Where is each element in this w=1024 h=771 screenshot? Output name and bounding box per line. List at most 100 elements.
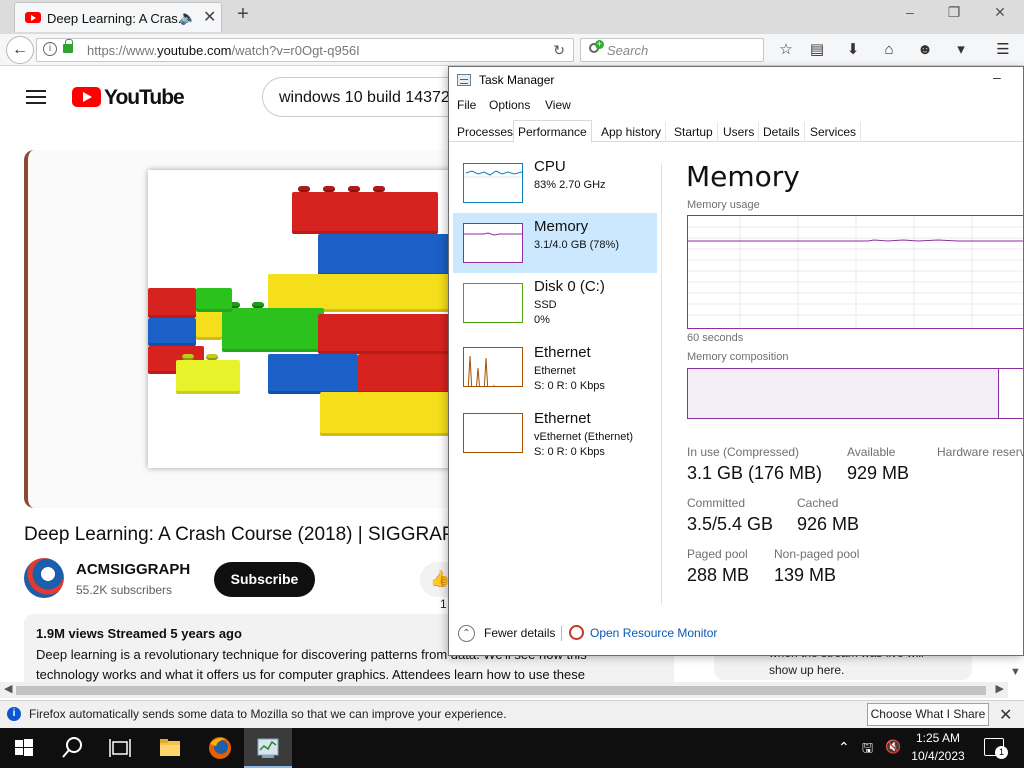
cached-label: Cached <box>797 496 839 510</box>
tab-services[interactable]: Services <box>806 122 862 142</box>
action-center-icon[interactable]: 1 <box>984 738 1008 759</box>
task-manager-icon <box>257 738 279 758</box>
url-text[interactable]: https://www.youtube.com/watch?v=r0Ogt-q9… <box>87 43 360 58</box>
resource-detail: 0% <box>534 314 550 326</box>
firefox-button[interactable] <box>196 728 244 768</box>
file-explorer-button[interactable] <box>146 728 194 768</box>
search-button[interactable] <box>48 728 96 768</box>
menu-view[interactable]: View <box>545 98 571 112</box>
detail-heading: Memory <box>686 160 800 193</box>
resource-name: Memory <box>534 218 589 235</box>
tab-users[interactable]: Users <box>719 122 760 142</box>
scroll-left-icon[interactable]: ◀ <box>4 682 12 695</box>
info-icon[interactable]: i <box>43 42 57 56</box>
reload-icon[interactable]: ↻ <box>553 42 565 59</box>
resource-disk[interactable]: Disk 0 (C:) SSD 0% <box>453 273 657 333</box>
non-paged-pool-label: Non-paged pool <box>774 547 860 561</box>
new-tab-button[interactable]: + <box>232 3 254 29</box>
footer-divider <box>561 626 562 641</box>
like-button[interactable]: 👍 <box>420 562 450 597</box>
speaker-icon[interactable]: 🔈 <box>179 9 196 26</box>
scroll-right-icon[interactable]: ▶ <box>996 682 1004 695</box>
choose-what-i-share-button[interactable]: Choose What I Share <box>867 703 989 726</box>
horizontal-scrollbar[interactable]: ◀ ▶ <box>0 682 1008 698</box>
minimize-button[interactable]: – <box>890 4 930 26</box>
search-placeholder: Search <box>607 43 649 58</box>
tab-strip: Processes Performance App history Startu… <box>449 120 1023 143</box>
tab-processes[interactable]: Processes <box>453 122 519 142</box>
clock-time[interactable]: 1:25 AM <box>912 731 964 745</box>
resource-name: Disk 0 (C:) <box>534 278 605 295</box>
non-paged-pool-value: 139 MB <box>774 565 837 585</box>
video-player[interactable] <box>24 150 454 508</box>
youtube-search-input[interactable]: windows 10 build 14372 <box>262 77 462 117</box>
task-manager-footer: ⌃ Fewer details Open Resource Monitor <box>449 619 1023 655</box>
live-chat-note: show up here. <box>769 663 845 677</box>
show-hidden-icons-icon[interactable]: ⌃ <box>838 739 850 756</box>
menu-options[interactable]: Options <box>489 98 530 112</box>
resource-memory[interactable]: Memory 3.1/4.0 GB (78%) <box>453 213 657 273</box>
restore-button[interactable]: ❐ <box>934 4 974 26</box>
pocket-icon[interactable]: ▾ <box>948 38 974 62</box>
tab-close-icon[interactable]: ✕ <box>203 7 216 27</box>
volume-muted-icon[interactable]: 🔇 <box>885 739 901 755</box>
task-manager-icon <box>457 74 471 86</box>
tab-app-history[interactable]: App history <box>597 122 667 142</box>
taskbar: ⌃ 🖫 🔇 1:25 AM 10/4/2023 1 <box>0 728 1024 768</box>
network-icon[interactable]: 🖫 <box>862 739 873 761</box>
window-title: Task Manager <box>479 73 555 87</box>
home-icon[interactable]: ⌂ <box>876 38 902 62</box>
subscribe-button[interactable]: Subscribe <box>214 562 315 597</box>
search-input[interactable]: + Search <box>580 38 764 62</box>
hello-icon[interactable]: ☻ <box>912 38 938 62</box>
resource-name: Ethernet <box>534 410 591 427</box>
channel-name[interactable]: ACMSIGGRAPH <box>76 561 190 578</box>
notification-count-badge: 1 <box>995 746 1008 759</box>
menu-icon[interactable]: ☰ <box>990 38 1016 62</box>
channel-avatar[interactable] <box>24 558 64 598</box>
bookmark-star-icon[interactable]: ☆ <box>773 38 799 62</box>
tab-details[interactable]: Details <box>759 122 805 142</box>
menu-file[interactable]: File <box>457 98 476 112</box>
close-icon[interactable]: ✕ <box>999 705 1012 725</box>
ethernet-mini-graph <box>463 347 523 387</box>
windows-logo-icon <box>15 739 33 756</box>
resource-ethernet[interactable]: Ethernet Ethernet S: 0 R: 0 Kbps <box>453 339 657 399</box>
committed-value: 3.5/5.4 GB <box>687 514 774 534</box>
download-icon[interactable]: ⬇ <box>840 38 866 62</box>
video-views-date: 1.9M views Streamed 5 years ago <box>36 626 242 641</box>
resource-name: Ethernet <box>534 344 591 361</box>
tab-performance[interactable]: Performance <box>513 120 592 143</box>
tab-title: Deep Learning: A Cras... <box>47 11 189 26</box>
open-resource-monitor-link[interactable]: Open Resource Monitor <box>590 626 717 640</box>
memory-usage-label: Memory usage <box>687 199 760 211</box>
scroll-down-icon[interactable]: ▼ <box>1010 666 1021 678</box>
scrollbar-thumb[interactable] <box>16 686 986 695</box>
task-view-icon <box>109 739 131 757</box>
description-line: technology works and what it offers us f… <box>36 667 585 682</box>
tab-startup[interactable]: Startup <box>670 122 718 142</box>
resource-detail: vEthernet (Ethernet) <box>534 431 634 443</box>
paged-pool-label: Paged pool <box>687 547 748 561</box>
fewer-details-link[interactable]: Fewer details <box>484 626 555 640</box>
back-button[interactable]: ← <box>6 36 34 64</box>
start-button[interactable] <box>0 728 48 768</box>
resource-name: CPU <box>534 158 566 175</box>
url-bar[interactable]: i https://www.youtube.com/watch?v=r0Ogt-… <box>36 38 574 62</box>
task-view-button[interactable] <box>96 728 144 768</box>
task-manager-taskbar-button[interactable] <box>244 728 292 768</box>
chevron-up-icon[interactable]: ⌃ <box>458 625 475 642</box>
resource-monitor-icon <box>569 625 584 640</box>
resource-cpu[interactable]: CPU 83% 2.70 GHz <box>453 153 657 213</box>
minimize-button[interactable]: – <box>993 69 1001 85</box>
close-window-button[interactable]: ✕ <box>980 4 1020 26</box>
resource-detail: S: 0 R: 0 Kbps <box>534 380 605 392</box>
browser-tab[interactable]: Deep Learning: A Cras... 🔈 ✕ <box>14 2 222 32</box>
youtube-menu-icon[interactable] <box>26 90 46 104</box>
reading-list-icon[interactable]: ▤ <box>804 38 830 62</box>
notification-bar: i Firefox automatically sends some data … <box>0 700 1024 728</box>
clock-date[interactable]: 10/4/2023 <box>908 749 968 763</box>
resource-vethernet[interactable]: Ethernet vEthernet (Ethernet) S: 0 R: 0 … <box>453 405 657 465</box>
youtube-logo-text: YouTube <box>104 86 185 109</box>
video-title: Deep Learning: A Crash Course (2018) | S… <box>24 524 469 545</box>
